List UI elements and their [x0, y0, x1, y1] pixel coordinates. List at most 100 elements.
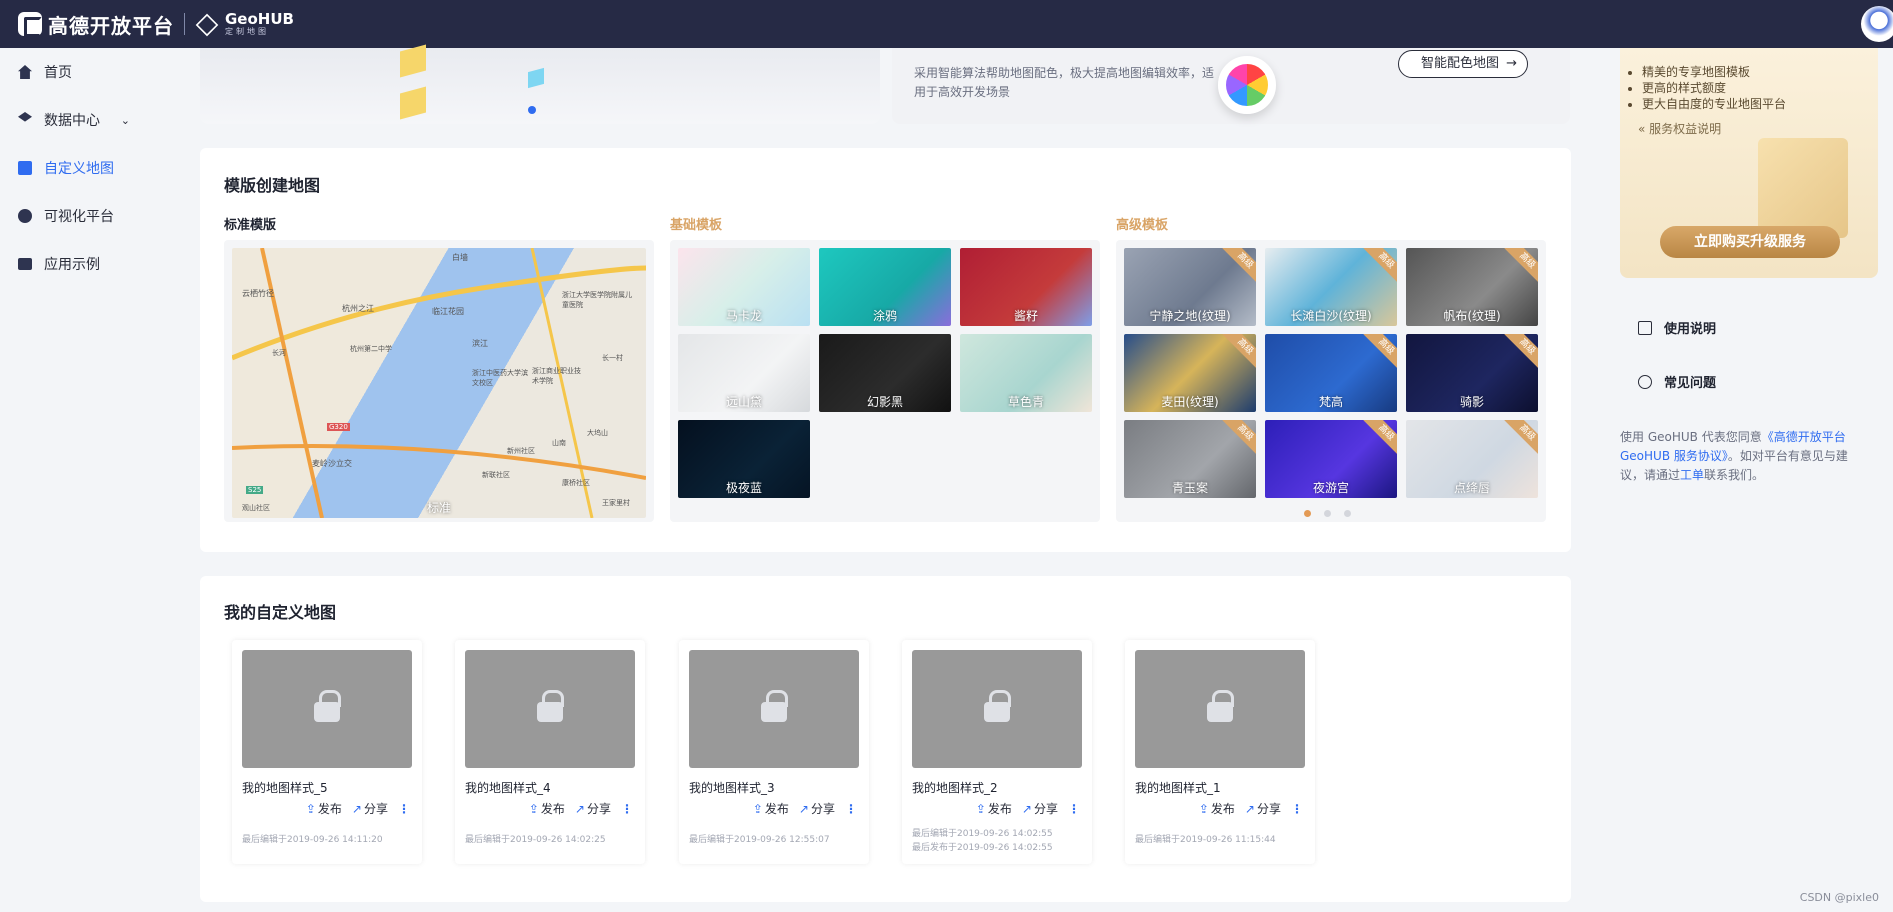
template-tile-macaron[interactable]: 马卡龙	[678, 248, 810, 326]
user-avatar[interactable]	[1861, 6, 1893, 42]
share-label: 分享	[1256, 802, 1281, 816]
last-edited: 最后编辑于2019-09-26 14:02:25	[465, 835, 606, 845]
template-name: 帆布(纹理)	[1443, 309, 1501, 323]
sidebar-item-data-center[interactable]: 数据中心 ⌄	[0, 96, 180, 144]
advanced-badge: 高级	[1504, 420, 1538, 456]
pager-dot[interactable]	[1304, 510, 1311, 517]
template-tile-dianjiangchun[interactable]: 高级 点绛唇	[1406, 420, 1538, 498]
sidebar: 首页 数据中心 ⌄ 自定义地图 可视化平台 应用示例	[0, 48, 180, 288]
ticket-link[interactable]: 工单	[1680, 468, 1704, 482]
template-tile-standard[interactable]: 白墙 云栖竹径 杭州之江 浙江大学医学院附属儿童医院 临江花园 滨江 杭州第二中…	[232, 248, 646, 518]
usage-guide-link[interactable]: 使用说明	[1638, 318, 1716, 337]
publish-button[interactable]: ⇪ 发布	[753, 800, 789, 817]
feature-list: 精美的专享地图模板 更高的样式额度 更大自由度的专业地图平台	[1620, 64, 1786, 112]
feature-item: 精美的专享地图模板	[1642, 64, 1786, 80]
publish-button[interactable]: ⇪ 发布	[529, 800, 565, 817]
template-tile-phantom-black[interactable]: 幻影黑	[819, 334, 951, 412]
template-tile-wheatfield[interactable]: 高级 麦田(纹理)	[1124, 334, 1256, 412]
sidebar-item-examples[interactable]: 应用示例	[0, 240, 180, 288]
pager-dot[interactable]	[1324, 510, 1331, 517]
map-place-label: 新联社区	[482, 471, 510, 479]
template-name: 酱籽	[1013, 309, 1038, 323]
my-map-card[interactable]: 我的地图样式_2 ⇪ 发布 ↗ 分享 ⋮ 最后编辑于2019-09-26 14:02…	[902, 640, 1092, 864]
map-thumbnail[interactable]	[1135, 650, 1305, 768]
template-tile-distant-mountain[interactable]: 远山黛	[678, 334, 810, 412]
decor-cube	[528, 67, 544, 89]
advanced-badge: 高级	[1363, 420, 1397, 456]
banner-slide[interactable]	[200, 44, 880, 124]
share-button[interactable]: ↗ 分享	[352, 800, 388, 817]
smart-color-map-button[interactable]: 智能配色地图 →	[1398, 50, 1529, 78]
template-tile-canvas[interactable]: 高级 帆布(纹理)	[1406, 248, 1538, 326]
template-tile-tranquil[interactable]: 高级 宁静之地(纹理)	[1124, 248, 1256, 326]
more-options-icon[interactable]: ⋮	[845, 802, 857, 816]
sidebar-item-home[interactable]: 首页	[0, 48, 180, 96]
template-name: 草色青	[1007, 395, 1044, 409]
share-button[interactable]: ↗ 分享	[575, 800, 611, 817]
template-section: 模版创建地图 标准模版 白墙 云栖竹径 杭州之江 浙江大学医学院附属儿童医院 临…	[200, 148, 1571, 552]
map-thumbnail[interactable]	[912, 650, 1082, 768]
share-label: 分享	[363, 802, 388, 816]
basic-template-label: 基础模板	[670, 218, 723, 233]
sidebar-item-custom-map[interactable]: 自定义地图	[0, 144, 180, 192]
map-name: 我的地图样式_1	[1135, 781, 1221, 795]
my-map-card[interactable]: 我的地图样式_5 ⇪ 发布 ↗ 分享 ⋮ 最后编辑于2019-09-26 14:11…	[232, 640, 422, 864]
template-tile-longbeach[interactable]: 高级 长滩白沙(纹理)	[1265, 248, 1397, 326]
benefits-link[interactable]: « 服务权益说明	[1638, 120, 1721, 137]
map-name: 我的地图样式_5	[242, 781, 328, 795]
geohub-title: GeoHUB	[225, 9, 294, 28]
more-options-icon[interactable]: ⋮	[398, 802, 410, 816]
sidebar-item-label: 数据中心	[44, 113, 100, 129]
map-icon	[18, 161, 32, 175]
sidebar-item-label: 应用示例	[44, 257, 100, 273]
map-thumbnail[interactable]	[465, 650, 635, 768]
template-name: 幻影黑	[866, 395, 903, 409]
template-name: 极夜蓝	[725, 481, 762, 495]
publish-button[interactable]: ⇪ 发布	[1199, 800, 1235, 817]
template-tile-vangogh[interactable]: 高级 梵高	[1265, 334, 1397, 412]
share-button[interactable]: ↗ 分享	[799, 800, 835, 817]
my-map-card[interactable]: 我的地图样式_1 ⇪ 发布 ↗ 分享 ⋮ 最后编辑于2019-09-26 11:15…	[1125, 640, 1315, 864]
my-map-card[interactable]: 我的地图样式_4 ⇪ 发布 ↗ 分享 ⋮ 最后编辑于2019-09-26 14:02…	[455, 640, 645, 864]
map-actions: ⇪ 发布 ↗ 分享 ⋮	[529, 800, 633, 817]
map-place-label: 新州社区	[507, 447, 535, 455]
template-name: 宁静之地(纹理)	[1149, 309, 1231, 323]
more-options-icon[interactable]: ⋮	[621, 802, 633, 816]
template-tile-rider[interactable]: 高级 骑影	[1406, 334, 1538, 412]
template-name: 长滩白沙(纹理)	[1290, 309, 1372, 323]
map-place-label: 山南	[552, 439, 566, 447]
advanced-badge: 高级	[1222, 334, 1256, 370]
template-tile-polar-night[interactable]: 极夜蓝	[678, 420, 810, 498]
map-thumbnail[interactable]	[242, 650, 412, 768]
pager-dot[interactable]	[1344, 510, 1351, 517]
benefits-label: 服务权益说明	[1649, 122, 1722, 136]
template-tile-night-palace[interactable]: 高级 夜游宫	[1265, 420, 1397, 498]
lock-icon	[314, 690, 341, 722]
template-name: 梵高	[1318, 395, 1343, 409]
carousel-indicator[interactable]	[528, 106, 536, 114]
chevron-down-icon[interactable]: ⌄	[121, 114, 130, 127]
more-options-icon[interactable]: ⋮	[1291, 802, 1303, 816]
geohub-logo-icon[interactable]	[195, 12, 219, 36]
publish-button[interactable]: ⇪ 发布	[306, 800, 342, 817]
publish-button[interactable]: ⇪ 发布	[976, 800, 1012, 817]
amap-logo-icon[interactable]	[18, 12, 42, 37]
map-thumbnail[interactable]	[689, 650, 859, 768]
share-button[interactable]: ↗ 分享	[1022, 800, 1058, 817]
map-actions: ⇪ 发布 ↗ 分享 ⋮	[753, 800, 857, 817]
brand-title[interactable]: 高德开放平台	[48, 10, 174, 39]
sidebar-item-visualization[interactable]: 可视化平台	[0, 192, 180, 240]
geohub-brand[interactable]: GeoHUB 定制地图	[225, 9, 294, 37]
buy-upgrade-button[interactable]: 立即购买升级服务	[1660, 226, 1840, 258]
my-map-card[interactable]: 我的地图样式_3 ⇪ 发布 ↗ 分享 ⋮ 最后编辑于2019-09-26 12:55…	[679, 640, 869, 864]
share-button[interactable]: ↗ 分享	[1245, 800, 1281, 817]
template-tile-graffiti[interactable]: 涂鸦	[819, 248, 951, 326]
feature-item: 更高的样式额度	[1642, 80, 1786, 96]
template-tile-jam[interactable]: 酱籽	[960, 248, 1092, 326]
decor-cube	[400, 86, 426, 120]
template-tile-jade[interactable]: 高级 青玉案	[1124, 420, 1256, 498]
lock-icon	[537, 690, 564, 722]
more-options-icon[interactable]: ⋮	[1068, 802, 1080, 816]
template-tile-grass-green[interactable]: 草色青	[960, 334, 1092, 412]
faq-link[interactable]: 常见问题	[1638, 372, 1716, 391]
